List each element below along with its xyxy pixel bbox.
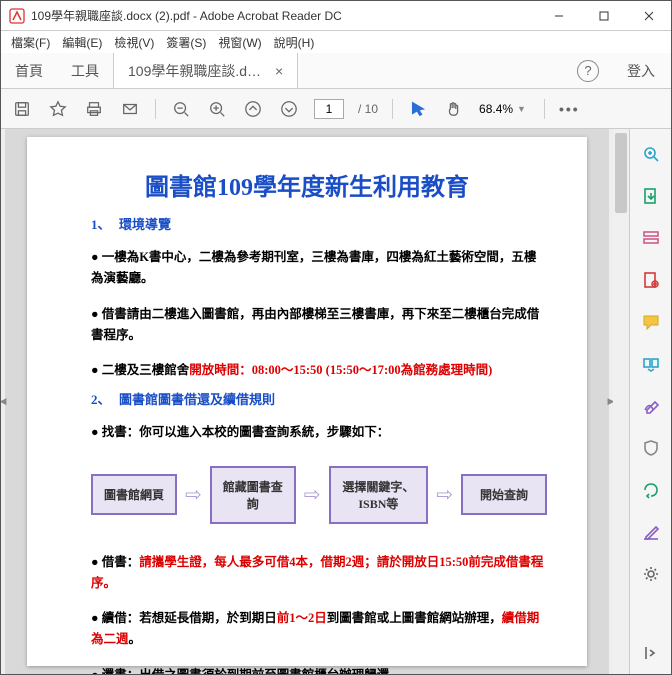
bullet-return: 還書：出借之圖書須於到期前至圖書館櫃台辦理歸還。: [91, 665, 547, 675]
tabbar: 首頁 工具 109學年親職座談.d… × ? 登入: [1, 53, 671, 89]
bullet-floors: 一樓為K書中心，二樓為參考期刊室，三樓為書庫，四樓為紅土藝術空間，五樓為演藝廳。: [91, 247, 547, 290]
menu-file[interactable]: 檔案(F): [5, 34, 56, 51]
zoom-out-icon[interactable]: [170, 98, 192, 120]
menu-view[interactable]: 檢視(V): [108, 34, 160, 51]
vertical-scrollbar[interactable]: [613, 129, 629, 674]
menubar: 檔案(F) 編輯(E) 檢視(V) 簽署(S) 視窗(W) 說明(H): [1, 31, 671, 53]
page-total: / 10: [358, 102, 378, 116]
maximize-button[interactable]: [581, 1, 626, 31]
help-button[interactable]: ?: [577, 60, 599, 82]
bullet-renew: 續借：若想延長借期，於到期日前1～2日到圖書館或上圖書館網站辦理，續借期為二週。: [91, 608, 547, 651]
create-pdf-icon[interactable]: [640, 227, 662, 249]
page-down-icon[interactable]: [278, 98, 300, 120]
sec1-num: 1、: [91, 214, 119, 233]
pdf-page: 圖書館109學年度新生利用教育 1、環境導覽 一樓為K書中心，二樓為參考期刊室，…: [27, 137, 587, 666]
comment-icon[interactable]: [640, 311, 662, 333]
search-pane-icon[interactable]: [640, 143, 662, 165]
document-viewport[interactable]: 圖書館109學年度新生利用教育 1、環境導覽 一樓為K書中心，二樓為參考期刊室，…: [5, 129, 609, 674]
sec2-num: 2、: [91, 389, 119, 408]
organize-icon[interactable]: [640, 353, 662, 375]
star-icon[interactable]: [47, 98, 69, 120]
scroll-thumb[interactable]: [615, 133, 627, 213]
print-icon[interactable]: [83, 98, 105, 120]
tab-tools[interactable]: 工具: [57, 53, 113, 88]
menu-sign[interactable]: 簽署(S): [160, 34, 212, 51]
right-tool-pane: [629, 129, 671, 674]
arrow-icon: ⇨: [185, 482, 202, 507]
flow-step1: 圖書館網頁: [91, 474, 177, 515]
minimize-button[interactable]: [536, 1, 581, 31]
more-tools-icon[interactable]: [640, 563, 662, 585]
chevron-down-icon: ▼: [517, 104, 526, 114]
menu-edit[interactable]: 編輯(E): [56, 34, 108, 51]
doc-title: 圖書館109學年度新生利用教育: [67, 167, 547, 202]
edit-pdf-icon[interactable]: [640, 269, 662, 291]
zoom-in-icon[interactable]: [206, 98, 228, 120]
tab-document[interactable]: 109學年親職座談.d… ×: [113, 53, 298, 88]
tab-close-button[interactable]: ×: [275, 63, 283, 79]
export-pdf-icon[interactable]: [640, 185, 662, 207]
bullet-borrow-path: 借書請由二樓進入圖書館，再由內部樓梯至三樓書庫，再下來至二樓櫃台完成借書程序。: [91, 304, 547, 347]
close-button[interactable]: [626, 1, 671, 31]
login-button[interactable]: 登入: [611, 61, 671, 81]
more-tools-button[interactable]: •••: [559, 101, 580, 117]
zoom-select[interactable]: 68.4% ▼: [479, 102, 530, 116]
page-up-icon[interactable]: [242, 98, 264, 120]
sec2-title: 圖書館圖書借還及續借規則: [119, 392, 275, 407]
sign-icon[interactable]: [640, 395, 662, 417]
app-icon: [9, 8, 25, 24]
flow-step4: 開始查詢: [461, 474, 547, 515]
menu-window[interactable]: 視窗(W): [212, 34, 267, 51]
protect-icon[interactable]: [640, 437, 662, 459]
toolbar: / 10 68.4% ▼ •••: [1, 89, 671, 129]
page-number-input[interactable]: [314, 99, 344, 119]
save-icon[interactable]: [11, 98, 33, 120]
flow-step2: 館藏圖書查詢: [210, 466, 296, 524]
selection-tool-icon[interactable]: [407, 98, 429, 120]
tab-home[interactable]: 首頁: [1, 53, 57, 88]
flow-diagram: 圖書館網頁 ⇨ 館藏圖書查詢 ⇨ 選擇關鍵字、ISBN等 ⇨ 開始查詢: [91, 466, 547, 524]
mail-icon[interactable]: [119, 98, 141, 120]
zoom-value: 68.4%: [479, 102, 513, 116]
fill-sign-icon[interactable]: [640, 521, 662, 543]
tab-document-label: 109學年親職座談.d…: [128, 61, 261, 81]
window-title: 109學年親職座談.docx (2).pdf - Adobe Acrobat R…: [31, 7, 536, 24]
flow-step3: 選擇關鍵字、ISBN等: [329, 466, 429, 524]
bullet-search: 找書：你可以進入本校的圖書查詢系統，步驟如下：: [91, 422, 547, 443]
arrow-icon: ⇨: [304, 482, 321, 507]
menu-help[interactable]: 說明(H): [268, 34, 321, 51]
collapse-pane-icon[interactable]: [640, 642, 662, 664]
hand-tool-icon[interactable]: [443, 98, 465, 120]
bullet-borrow: 借書：請攜學生證，每人最多可借4本，借期2週；請於開放日15:50前完成借書程序…: [91, 552, 547, 595]
bullet-open-hours: 二樓及三樓館舍開放時間：08:00～15:50 (15:50～17:00為館務處…: [91, 360, 547, 381]
compress-icon[interactable]: [640, 479, 662, 501]
sec1-title: 環境導覽: [119, 217, 171, 232]
arrow-icon: ⇨: [436, 482, 453, 507]
